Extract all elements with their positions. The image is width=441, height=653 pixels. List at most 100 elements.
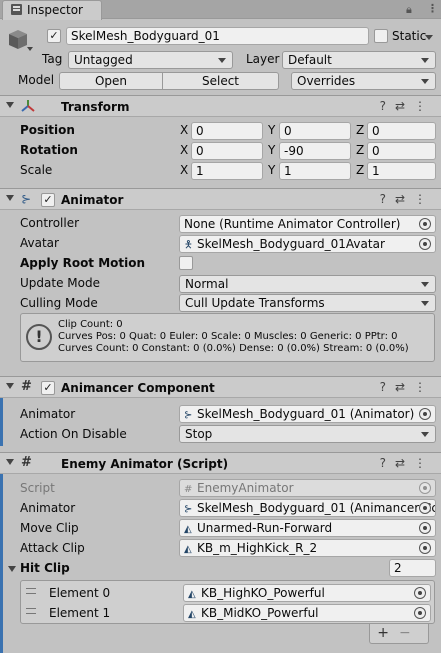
presets-icon[interactable]: ⇄ (395, 192, 414, 206)
help-icon[interactable]: ? (380, 99, 395, 113)
model-select-button[interactable]: Select (163, 72, 279, 90)
scale-y-axis[interactable]: Y (268, 163, 275, 177)
kebab-menu-icon[interactable]: ⋮ (427, 2, 438, 15)
element-1-value: KB_MidKO_Powerful (201, 606, 319, 620)
object-picker-icon[interactable] (419, 238, 431, 250)
drag-handle-icon[interactable] (26, 608, 36, 614)
controller-field[interactable]: None (Runtime Animator Controller) (179, 215, 436, 233)
object-picker-icon[interactable] (419, 502, 431, 514)
rotation-y-axis[interactable]: Y (268, 143, 275, 157)
transform-header[interactable]: Transform ?⇄⋮ (0, 95, 441, 117)
animation-clip-icon: ◭ (184, 544, 192, 555)
help-icon[interactable]: ? (380, 380, 395, 394)
apply-root-motion-checkbox[interactable] (179, 256, 193, 270)
tag-label: Tag (42, 52, 63, 66)
position-z-axis[interactable]: Z (356, 123, 364, 137)
rotation-z-field[interactable]: 0 (367, 142, 436, 160)
object-picker-icon[interactable] (419, 542, 431, 554)
gameobject-name-input[interactable]: SkelMesh_Bodyguard_01 (66, 27, 369, 45)
overrides-dropdown[interactable]: Overrides (291, 72, 436, 90)
animancer-header[interactable]: # ✓ Animancer Component ?⇄⋮ (0, 376, 441, 398)
add-element-button[interactable]: + (377, 625, 399, 641)
element-0-field[interactable]: ◭ KB_HighKO_Powerful (183, 584, 431, 602)
animator-object-icon: ⊱ (184, 504, 193, 515)
model-label: Model (18, 73, 55, 87)
animator-header[interactable]: ⊱ ✓ Animator ?⇄⋮ (0, 188, 441, 210)
culling-mode-dropdown[interactable]: Cull Update Transforms (179, 294, 436, 312)
enemy-animator-value: SkelMesh_Bodyguard_01 (Animancer Cc (197, 501, 436, 515)
animancer-enabled-checkbox[interactable]: ✓ (41, 381, 55, 395)
component-menu-icon[interactable]: ⋮ (414, 380, 435, 394)
help-icon[interactable]: ? (380, 456, 395, 470)
animation-clip-icon: ◭ (184, 524, 192, 535)
icon-dropdown-arrow-icon[interactable] (27, 47, 33, 51)
hit-clip-size-field[interactable]: 2 (389, 559, 436, 577)
position-y-field[interactable]: 0 (279, 122, 351, 140)
component-menu-icon[interactable]: ⋮ (414, 192, 435, 206)
position-x-axis[interactable]: X (180, 123, 188, 137)
attack-clip-field[interactable]: ◭ KB_m_HighKick_R_2 (179, 539, 436, 557)
action-on-disable-dropdown[interactable]: Stop (179, 425, 436, 443)
list-add-remove-footer: +− (369, 624, 429, 644)
presets-icon[interactable]: ⇄ (395, 456, 414, 470)
avatar-field[interactable]: 🯅︎ SkelMesh_Bodyguard_01Avatar (179, 235, 436, 253)
layer-dropdown[interactable]: Default (282, 51, 436, 69)
static-dropdown-arrow-icon[interactable] (425, 35, 433, 40)
transform-foldout-arrow-icon[interactable] (6, 102, 14, 108)
scale-z-axis[interactable]: Z (356, 163, 364, 177)
model-open-button[interactable]: Open (59, 72, 163, 90)
object-picker-icon[interactable] (419, 522, 431, 534)
tag-dropdown[interactable]: Untagged (68, 51, 233, 69)
animancer-animator-field[interactable]: ⊱ SkelMesh_Bodyguard_01 (Animator) (179, 405, 436, 423)
rotation-x-field[interactable]: 0 (191, 142, 263, 160)
rotation-y-field[interactable]: -90 (279, 142, 351, 160)
avatar-icon: 🯅︎ (184, 240, 193, 251)
scale-y-field[interactable]: 1 (279, 162, 351, 180)
lock-icon[interactable]: 🔒︎ (406, 3, 412, 17)
animator-header-icons[interactable]: ?⇄⋮ (380, 192, 435, 206)
element-1-field[interactable]: ◭ KB_MidKO_Powerful (183, 604, 431, 622)
gameobject-active-checkbox[interactable]: ✓ (47, 29, 61, 43)
transform-header-icons[interactable]: ?⇄⋮ (380, 99, 435, 113)
animancer-foldout-arrow-icon[interactable] (6, 383, 14, 389)
action-on-disable-label: Action On Disable (20, 427, 127, 441)
hit-clip-foldout-arrow-icon[interactable] (8, 566, 16, 572)
enemy-animator-header-icons[interactable]: ?⇄⋮ (380, 456, 435, 470)
enemy-animator-foldout-arrow-icon[interactable] (6, 459, 14, 465)
scale-x-axis[interactable]: X (180, 163, 188, 177)
enemy-animator-header[interactable]: # Enemy Animator (Script) ?⇄⋮ (0, 452, 441, 474)
position-z-field[interactable]: 0 (367, 122, 436, 140)
help-icon[interactable]: ? (380, 192, 395, 206)
animancer-header-icons[interactable]: ?⇄⋮ (380, 380, 435, 394)
presets-icon[interactable]: ⇄ (395, 99, 414, 113)
transform-title: Transform (61, 100, 130, 114)
hit-clip-label[interactable]: Hit Clip (20, 561, 70, 575)
scale-x-field[interactable]: 1 (191, 162, 263, 180)
animator-enabled-checkbox[interactable]: ✓ (41, 193, 55, 207)
position-x-field[interactable]: 0 (191, 122, 263, 140)
object-picker-icon[interactable] (419, 408, 431, 420)
presets-icon[interactable]: ⇄ (395, 380, 414, 394)
move-clip-field[interactable]: ◭ Unarmed-Run-Forward (179, 519, 436, 537)
enemy-animator-field[interactable]: ⊱ SkelMesh_Bodyguard_01 (Animancer Cc (179, 499, 436, 517)
modified-indicator (0, 453, 3, 653)
object-picker-icon[interactable] (414, 607, 426, 619)
scale-z-field[interactable]: 1 (367, 162, 436, 180)
static-checkbox[interactable] (374, 29, 388, 43)
animator-foldout-arrow-icon[interactable] (6, 195, 14, 201)
remove-element-button[interactable]: − (399, 625, 421, 641)
object-picker-icon[interactable] (419, 218, 431, 230)
object-picker-icon[interactable] (414, 587, 426, 599)
controller-label: Controller (20, 216, 80, 230)
move-clip-label: Move Clip (20, 521, 79, 535)
position-label: Position (20, 123, 75, 137)
update-mode-dropdown[interactable]: Normal (179, 275, 436, 293)
drag-handle-icon[interactable] (26, 588, 36, 594)
scale-label: Scale (20, 163, 53, 177)
position-y-axis[interactable]: Y (268, 123, 275, 137)
rotation-x-axis[interactable]: X (180, 143, 188, 157)
component-menu-icon[interactable]: ⋮ (414, 456, 435, 470)
component-menu-icon[interactable]: ⋮ (414, 99, 435, 113)
rotation-z-axis[interactable]: Z (356, 143, 364, 157)
tab-inspector[interactable]: Inspector (2, 0, 102, 20)
